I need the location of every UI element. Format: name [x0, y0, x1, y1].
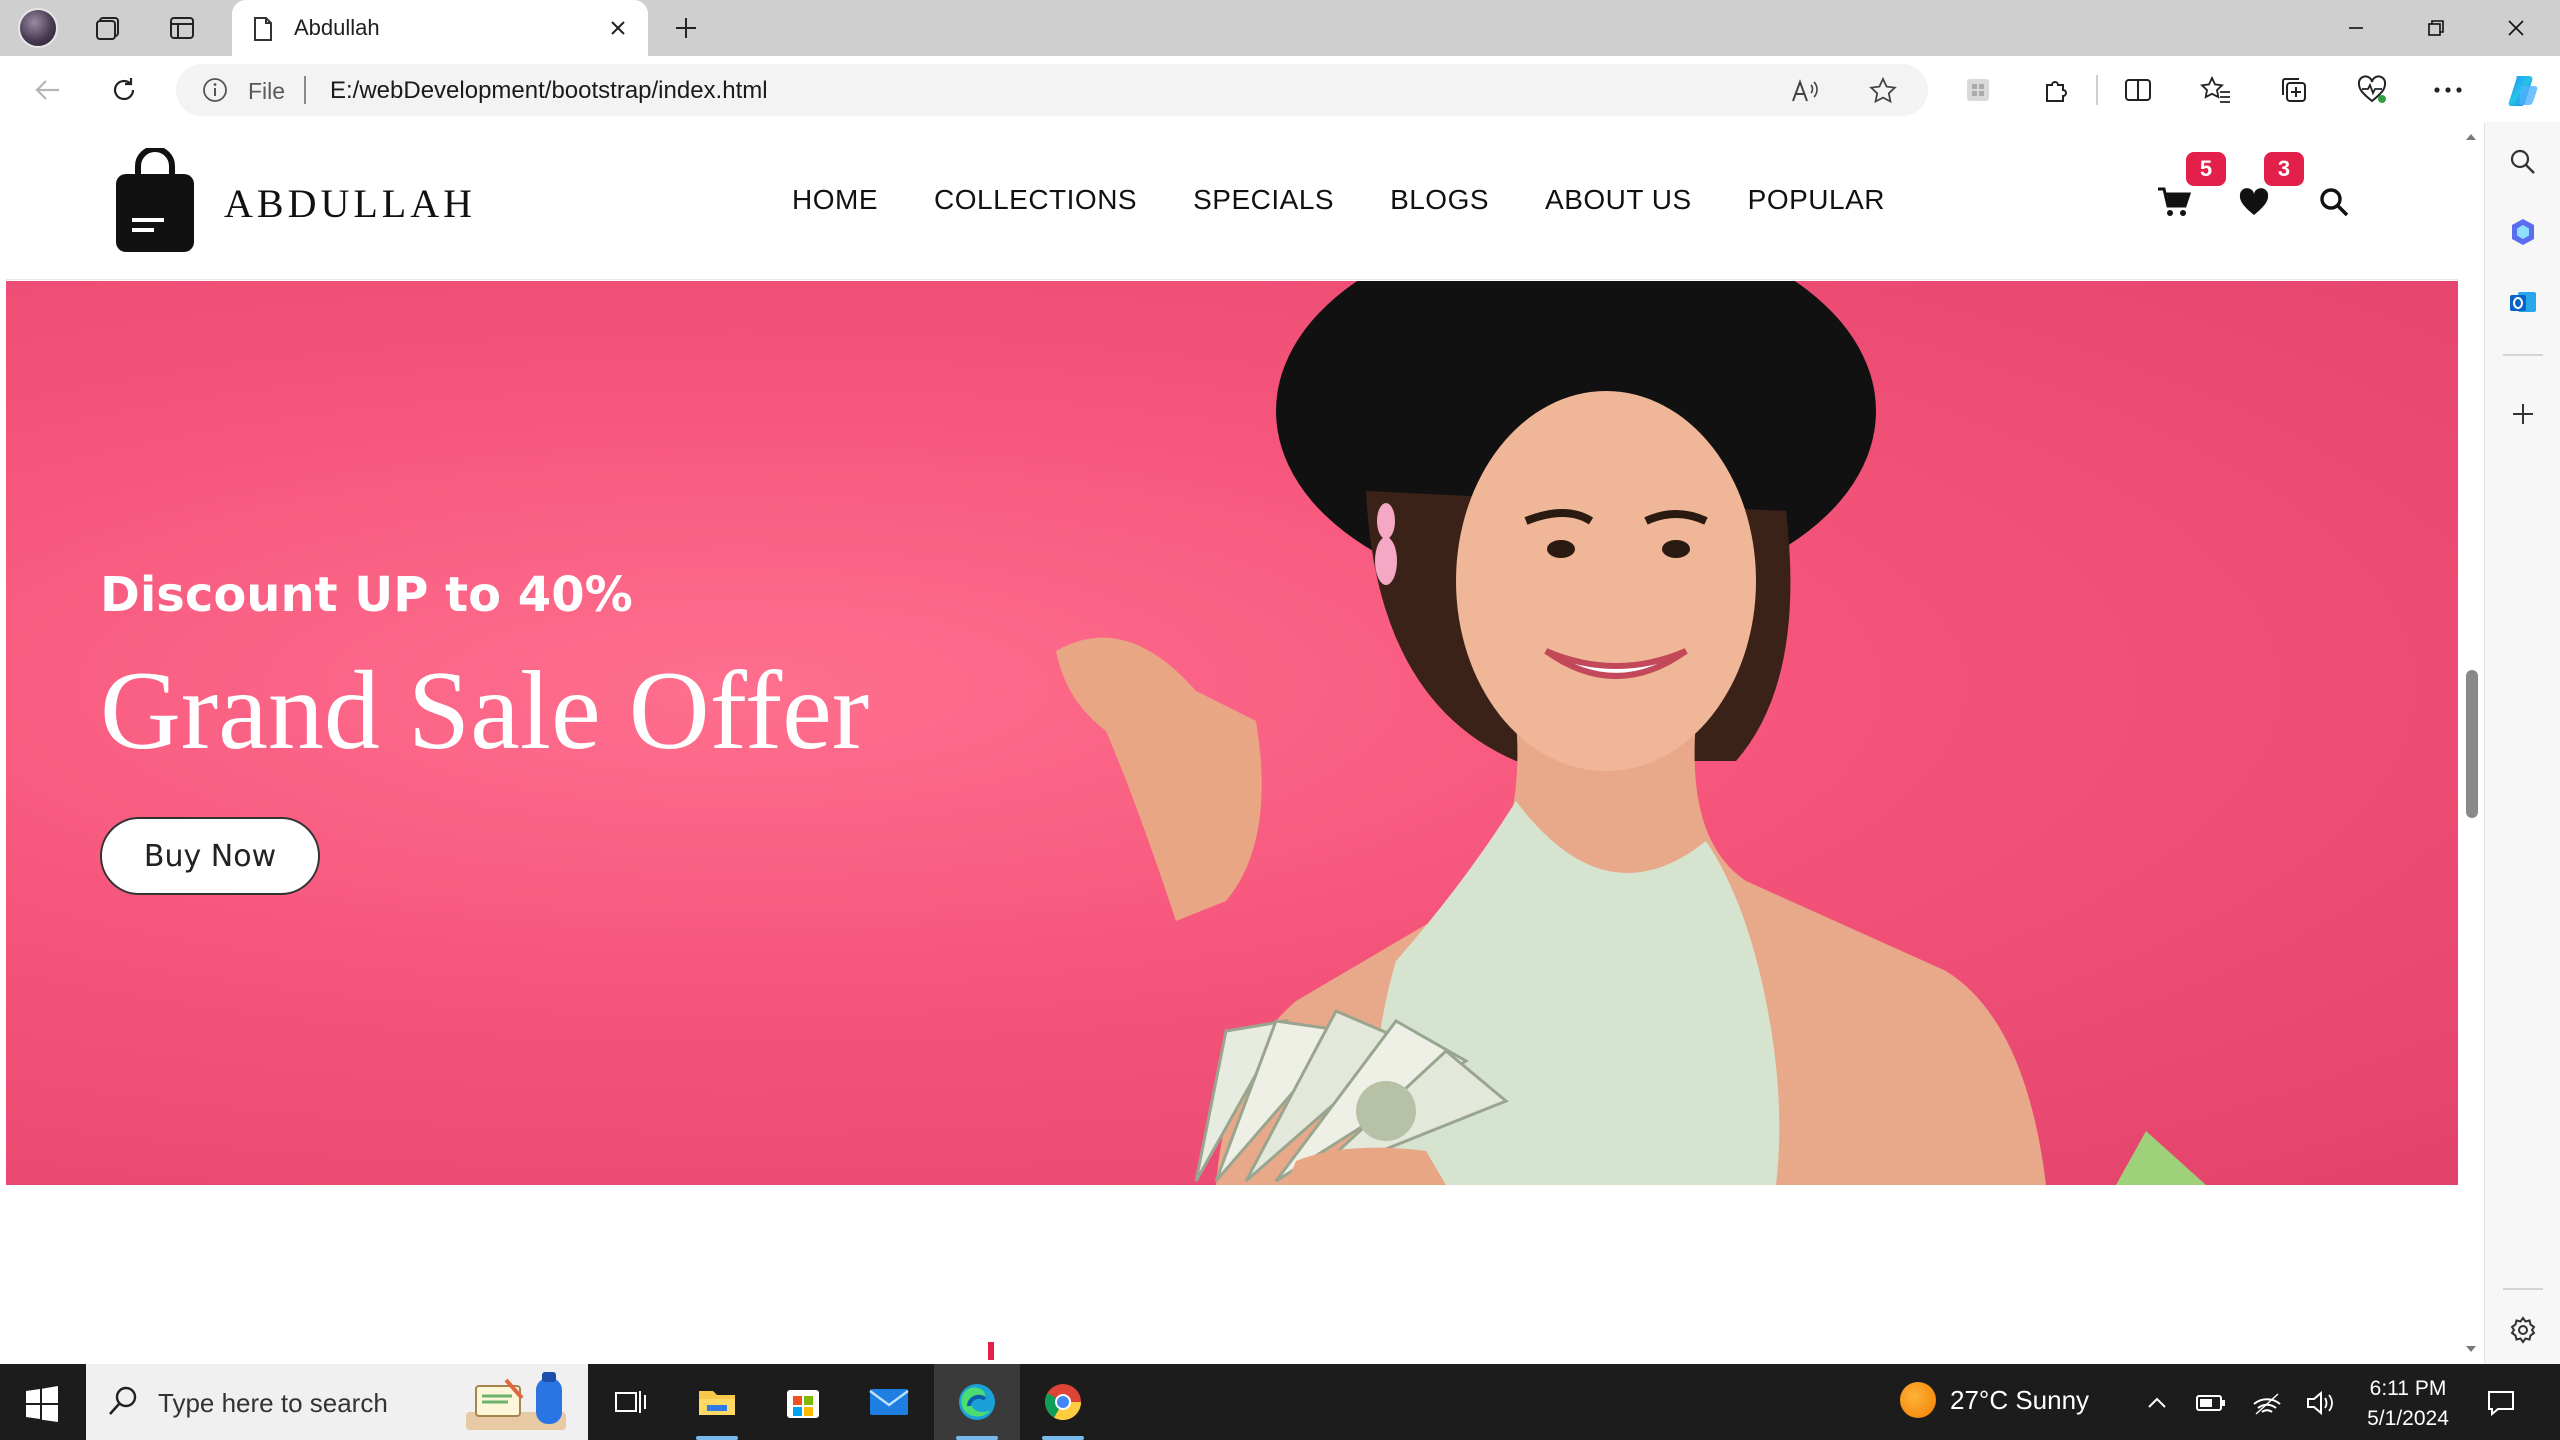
url-text[interactable]: E:/webDevelopment/bootstrap/index.html — [330, 77, 768, 105]
page-content-below — [6, 1185, 2458, 1364]
read-aloud-icon[interactable] — [1790, 76, 1820, 106]
vertical-tabs-icon[interactable] — [164, 10, 200, 46]
workspaces-icon[interactable] — [90, 10, 126, 46]
site-header: ABDULLAH HOME COLLECTIONS SPECIALS BLOGS… — [6, 122, 2458, 280]
woman-holding-money-image — [1056, 281, 2206, 1185]
file-explorer-icon[interactable] — [674, 1364, 760, 1440]
extensions-puzzle-icon[interactable] — [2036, 70, 2076, 110]
weather-text: 27°C Sunny — [1950, 1384, 2090, 1415]
cart-count-badge: 5 — [2186, 152, 2226, 186]
nav-collections[interactable]: COLLECTIONS — [934, 184, 1137, 216]
scroll-up-arrow-icon[interactable] — [2464, 130, 2478, 144]
notifications-icon[interactable] — [2484, 1386, 2518, 1420]
minimize-button[interactable] — [2316, 0, 2396, 56]
clock-time: 6:11 PM — [2369, 1377, 2447, 1400]
favorite-star-icon[interactable] — [1868, 76, 1898, 106]
page-icon — [252, 16, 274, 47]
clock-date: 5/1/2024 — [2367, 1407, 2449, 1430]
sidebar-add-icon[interactable] — [2503, 394, 2543, 434]
more-menu-icon[interactable] — [2428, 70, 2468, 110]
scroll-down-arrow-icon[interactable] — [2464, 1342, 2478, 1356]
nav-popular[interactable]: POPULAR — [1748, 184, 1885, 216]
heart-icon[interactable] — [2234, 182, 2274, 222]
restore-button[interactable] — [2396, 0, 2476, 56]
windows-start-icon[interactable] — [20, 1382, 64, 1426]
brand-name[interactable]: ABDULLAH — [224, 180, 476, 227]
wishlist-count-badge: 3 — [2264, 152, 2304, 186]
nav-about-us[interactable]: ABOUT US — [1545, 184, 1692, 216]
split-screen-icon[interactable] — [2118, 70, 2158, 110]
close-tab-icon[interactable] — [604, 14, 632, 42]
task-view-icon[interactable] — [588, 1364, 674, 1440]
edge-browser-icon[interactable] — [934, 1364, 1020, 1440]
edge-sidebar — [2484, 122, 2560, 1364]
search-icon — [106, 1384, 140, 1423]
sidebar-outlook-icon[interactable] — [2503, 282, 2543, 322]
hero-subtitle: Discount UP to 40% — [100, 567, 633, 623]
hero-banner: Discount UP to 40% Grand Sale Offer Buy … — [6, 281, 2458, 1185]
hero-title: Grand Sale Offer — [100, 649, 870, 773]
search-highlight-illustration-icon — [466, 1372, 578, 1437]
system-clock[interactable]: 6:11 PM 5/1/2024 — [2356, 1374, 2460, 1434]
taskbar-search-placeholder: Type here to search — [158, 1388, 388, 1418]
sidebar-settings-gear-icon[interactable] — [2503, 1310, 2543, 1350]
running-indicator — [696, 1436, 738, 1440]
chrome-icon[interactable] — [1020, 1364, 1106, 1440]
favorites-icon[interactable] — [2196, 70, 2236, 110]
mail-icon[interactable] — [846, 1364, 932, 1440]
refresh-icon[interactable] — [104, 70, 144, 110]
active-tab[interactable]: Abdullah — [232, 0, 648, 56]
battery-icon[interactable] — [2194, 1386, 2228, 1420]
toolbar-divider — [2096, 75, 2098, 105]
browser-essentials-icon[interactable] — [2352, 70, 2392, 110]
search-icon[interactable] — [2314, 182, 2354, 222]
buy-now-button[interactable]: Buy Now — [100, 817, 320, 895]
sidebar-search-icon[interactable] — [2503, 142, 2543, 182]
windows-taskbar: Type here to search 27°C Sunny 6:11 PM 5… — [0, 1364, 2560, 1440]
copilot-icon[interactable] — [2504, 70, 2544, 110]
sun-icon — [1900, 1382, 1936, 1418]
taskbar-search-box[interactable]: Type here to search — [86, 1364, 588, 1440]
browser-titlebar: Abdullah — [0, 0, 2560, 56]
shopping-bag-logo-icon[interactable] — [114, 146, 196, 254]
page-scrollbar[interactable] — [2458, 122, 2484, 1364]
address-prefix: File — [248, 78, 286, 104]
tab-title: Abdullah — [294, 15, 380, 40]
weather-widget[interactable]: 27°C Sunny — [1900, 1382, 2089, 1418]
browser-toolbar: File E:/webDevelopment/bootstrap/index.h… — [0, 56, 2560, 122]
address-separator — [304, 76, 306, 104]
section-marker — [988, 1342, 994, 1360]
microsoft-store-icon[interactable] — [760, 1364, 846, 1440]
close-window-button[interactable] — [2476, 0, 2556, 56]
website-viewport: ABDULLAH HOME COLLECTIONS SPECIALS BLOGS… — [6, 122, 2458, 1364]
back-arrow-icon[interactable] — [28, 70, 68, 110]
profile-avatar[interactable] — [18, 8, 58, 48]
new-tab-button[interactable] — [668, 10, 704, 46]
volume-icon[interactable] — [2304, 1386, 2338, 1420]
collections-icon[interactable] — [2274, 70, 2314, 110]
running-indicator — [1042, 1436, 1084, 1440]
nav-specials[interactable]: SPECIALS — [1193, 184, 1334, 216]
wifi-icon[interactable] — [2250, 1386, 2284, 1420]
info-icon[interactable] — [202, 77, 228, 108]
sidebar-divider — [2503, 354, 2543, 356]
show-hidden-icons-chevron-icon[interactable] — [2140, 1386, 2174, 1420]
sidebar-microsoft365-icon[interactable] — [2503, 212, 2543, 252]
extension-grid-icon[interactable] — [1958, 70, 1998, 110]
nav-home[interactable]: HOME — [792, 184, 878, 216]
running-indicator — [956, 1436, 998, 1440]
sidebar-divider-bottom — [2503, 1288, 2543, 1290]
cart-icon[interactable] — [2154, 182, 2194, 222]
nav-blogs[interactable]: BLOGS — [1390, 184, 1489, 216]
address-bar[interactable]: File E:/webDevelopment/bootstrap/index.h… — [176, 64, 1928, 116]
scroll-thumb[interactable] — [2466, 670, 2478, 818]
main-navigation: HOME COLLECTIONS SPECIALS BLOGS ABOUT US… — [792, 184, 1941, 216]
